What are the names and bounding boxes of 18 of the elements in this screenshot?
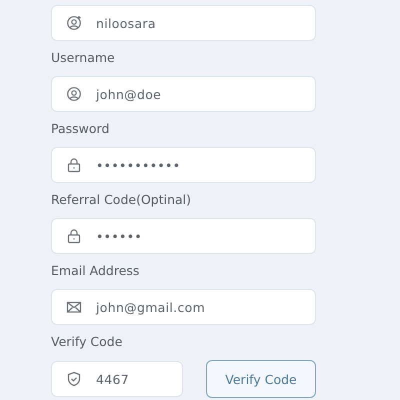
field-label: Verify Code bbox=[51, 333, 124, 351]
envelope-icon bbox=[66, 299, 82, 315]
field-label: Password bbox=[51, 120, 110, 138]
lock-icon bbox=[66, 157, 82, 173]
input-field[interactable]: niloosara bbox=[51, 5, 316, 41]
input-field[interactable]: john@doe bbox=[51, 76, 316, 112]
input-field[interactable]: john@gmail.com bbox=[51, 289, 316, 325]
field-label: Referral Code(Optinal) bbox=[51, 191, 192, 209]
shield-icon bbox=[66, 371, 82, 387]
lock-icon bbox=[66, 228, 82, 244]
input-field[interactable]: •••••• bbox=[51, 218, 316, 254]
user-add-icon bbox=[66, 15, 82, 31]
field-label: Username bbox=[51, 49, 116, 67]
verify-code-button[interactable]: Verify Code bbox=[206, 360, 316, 398]
input-field[interactable]: ••••••••••• bbox=[51, 147, 316, 183]
field-label: Email Address bbox=[51, 262, 140, 280]
input-field[interactable]: 4467 bbox=[51, 361, 183, 397]
user-icon bbox=[66, 86, 82, 102]
